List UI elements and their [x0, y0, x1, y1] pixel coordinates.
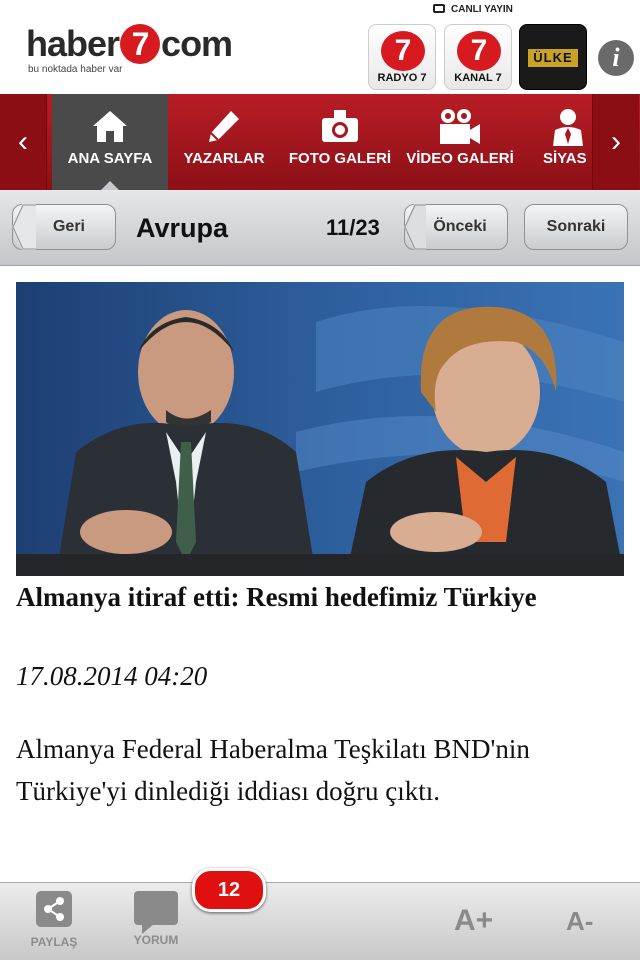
logo-text-com: com: [161, 23, 233, 64]
live-label-text: CANLI YAYIN: [451, 4, 513, 15]
share-button[interactable]: PAYLAŞ: [22, 891, 86, 949]
section-title: Avrupa: [136, 213, 229, 243]
logo-tagline: bu noktada haber var: [28, 64, 123, 75]
next-button-label: Sonraki: [546, 218, 606, 235]
app-header: haber 7 com bu noktada haber var CANLI YAY…: [0, 0, 640, 94]
video-camera-icon: [400, 108, 520, 146]
person-icon: [536, 108, 592, 146]
article-photo-illustration: [16, 282, 624, 576]
category-nav: ‹ ANA SAYFA YAZARLAR FOTO GALERİ VİDEO G…: [0, 94, 640, 190]
comment-count-badge[interactable]: 12: [192, 868, 266, 912]
comment-button[interactable]: YORUM: [120, 891, 192, 947]
kanal7-label: KANAL 7: [454, 72, 502, 84]
font-decrease-button[interactable]: A-: [566, 904, 593, 938]
logo-text-haber: haber: [26, 23, 120, 64]
back-button[interactable]: Geri: [12, 204, 116, 250]
bottom-toolbar: PAYLAŞ YORUM: [0, 882, 640, 960]
article-toolbar: Geri Avrupa 11/23 Önceki Sonraki: [0, 190, 640, 266]
nav-next-arrow-button[interactable]: ›: [592, 94, 639, 190]
font-increase-button[interactable]: A+: [454, 904, 493, 938]
share-icon: [36, 891, 72, 927]
haber7-logo[interactable]: haber 7 com bu noktada haber var: [26, 22, 256, 75]
comment-label: YORUM: [133, 933, 179, 947]
article-headline: Almanya itiraf etti: Resmi hedefimiz Tür…: [16, 582, 537, 612]
home-icon: [52, 108, 168, 146]
ulke-tv-button[interactable]: ÜLKE: [519, 24, 587, 90]
kanal7-button[interactable]: 7 KANAL 7: [444, 24, 512, 90]
kanal7-logo-icon: 7: [457, 31, 501, 71]
pencil-icon: [172, 108, 276, 146]
nav-items: ANA SAYFA YAZARLAR FOTO GALERİ VİDEO GAL…: [46, 94, 592, 190]
nav-item-yazarlar[interactable]: YAZARLAR: [172, 94, 276, 190]
radyo7-logo-icon: 7: [381, 31, 425, 71]
nav-label-video-galeri: VİDEO GALERİ: [406, 150, 514, 167]
nav-item-ana-sayfa[interactable]: ANA SAYFA: [52, 94, 168, 190]
nav-item-foto-galeri[interactable]: FOTO GALERİ: [282, 94, 398, 190]
logo-seven-mark: 7: [120, 24, 161, 64]
back-button-label: Geri: [52, 218, 85, 235]
info-button[interactable]: i: [598, 40, 634, 76]
nav-label-ana-sayfa: ANA SAYFA: [67, 150, 153, 167]
article-date: 17.08.2014 04:20: [16, 661, 208, 691]
nav-label-yazarlar: YAZARLAR: [183, 150, 265, 167]
page-indicator: 11/23: [326, 215, 380, 240]
previous-button[interactable]: Önceki: [404, 204, 508, 250]
live-broadcast-label: CANLI YAYIN: [433, 4, 513, 15]
article-photo[interactable]: [16, 282, 624, 576]
active-tab-pointer: [100, 181, 120, 190]
radyo7-button[interactable]: 7 RADYO 7: [368, 24, 436, 90]
comment-bubble-icon: [134, 891, 178, 934]
previous-button-label: Önceki: [433, 218, 487, 235]
nav-label-siyaset: SİYAS: [543, 150, 587, 167]
radyo7-label: RADYO 7: [377, 72, 427, 84]
nav-item-siyaset[interactable]: SİYAS: [536, 94, 592, 190]
share-label: PAYLAŞ: [30, 935, 78, 949]
next-button[interactable]: Sonraki: [524, 204, 628, 250]
logo-wordmark: haber 7 com: [26, 22, 233, 66]
ulke-logo: ÜLKE: [528, 49, 578, 67]
nav-label-foto-galeri: FOTO GALERİ: [288, 150, 392, 167]
tv-icon: [433, 4, 445, 13]
nav-item-video-galeri[interactable]: VİDEO GALERİ: [400, 94, 520, 190]
article-body: Almanya Federal Haberalma Teşkilatı BND'…: [16, 734, 530, 806]
nav-prev-arrow-button[interactable]: ‹: [0, 94, 47, 190]
camera-icon: [282, 108, 398, 146]
